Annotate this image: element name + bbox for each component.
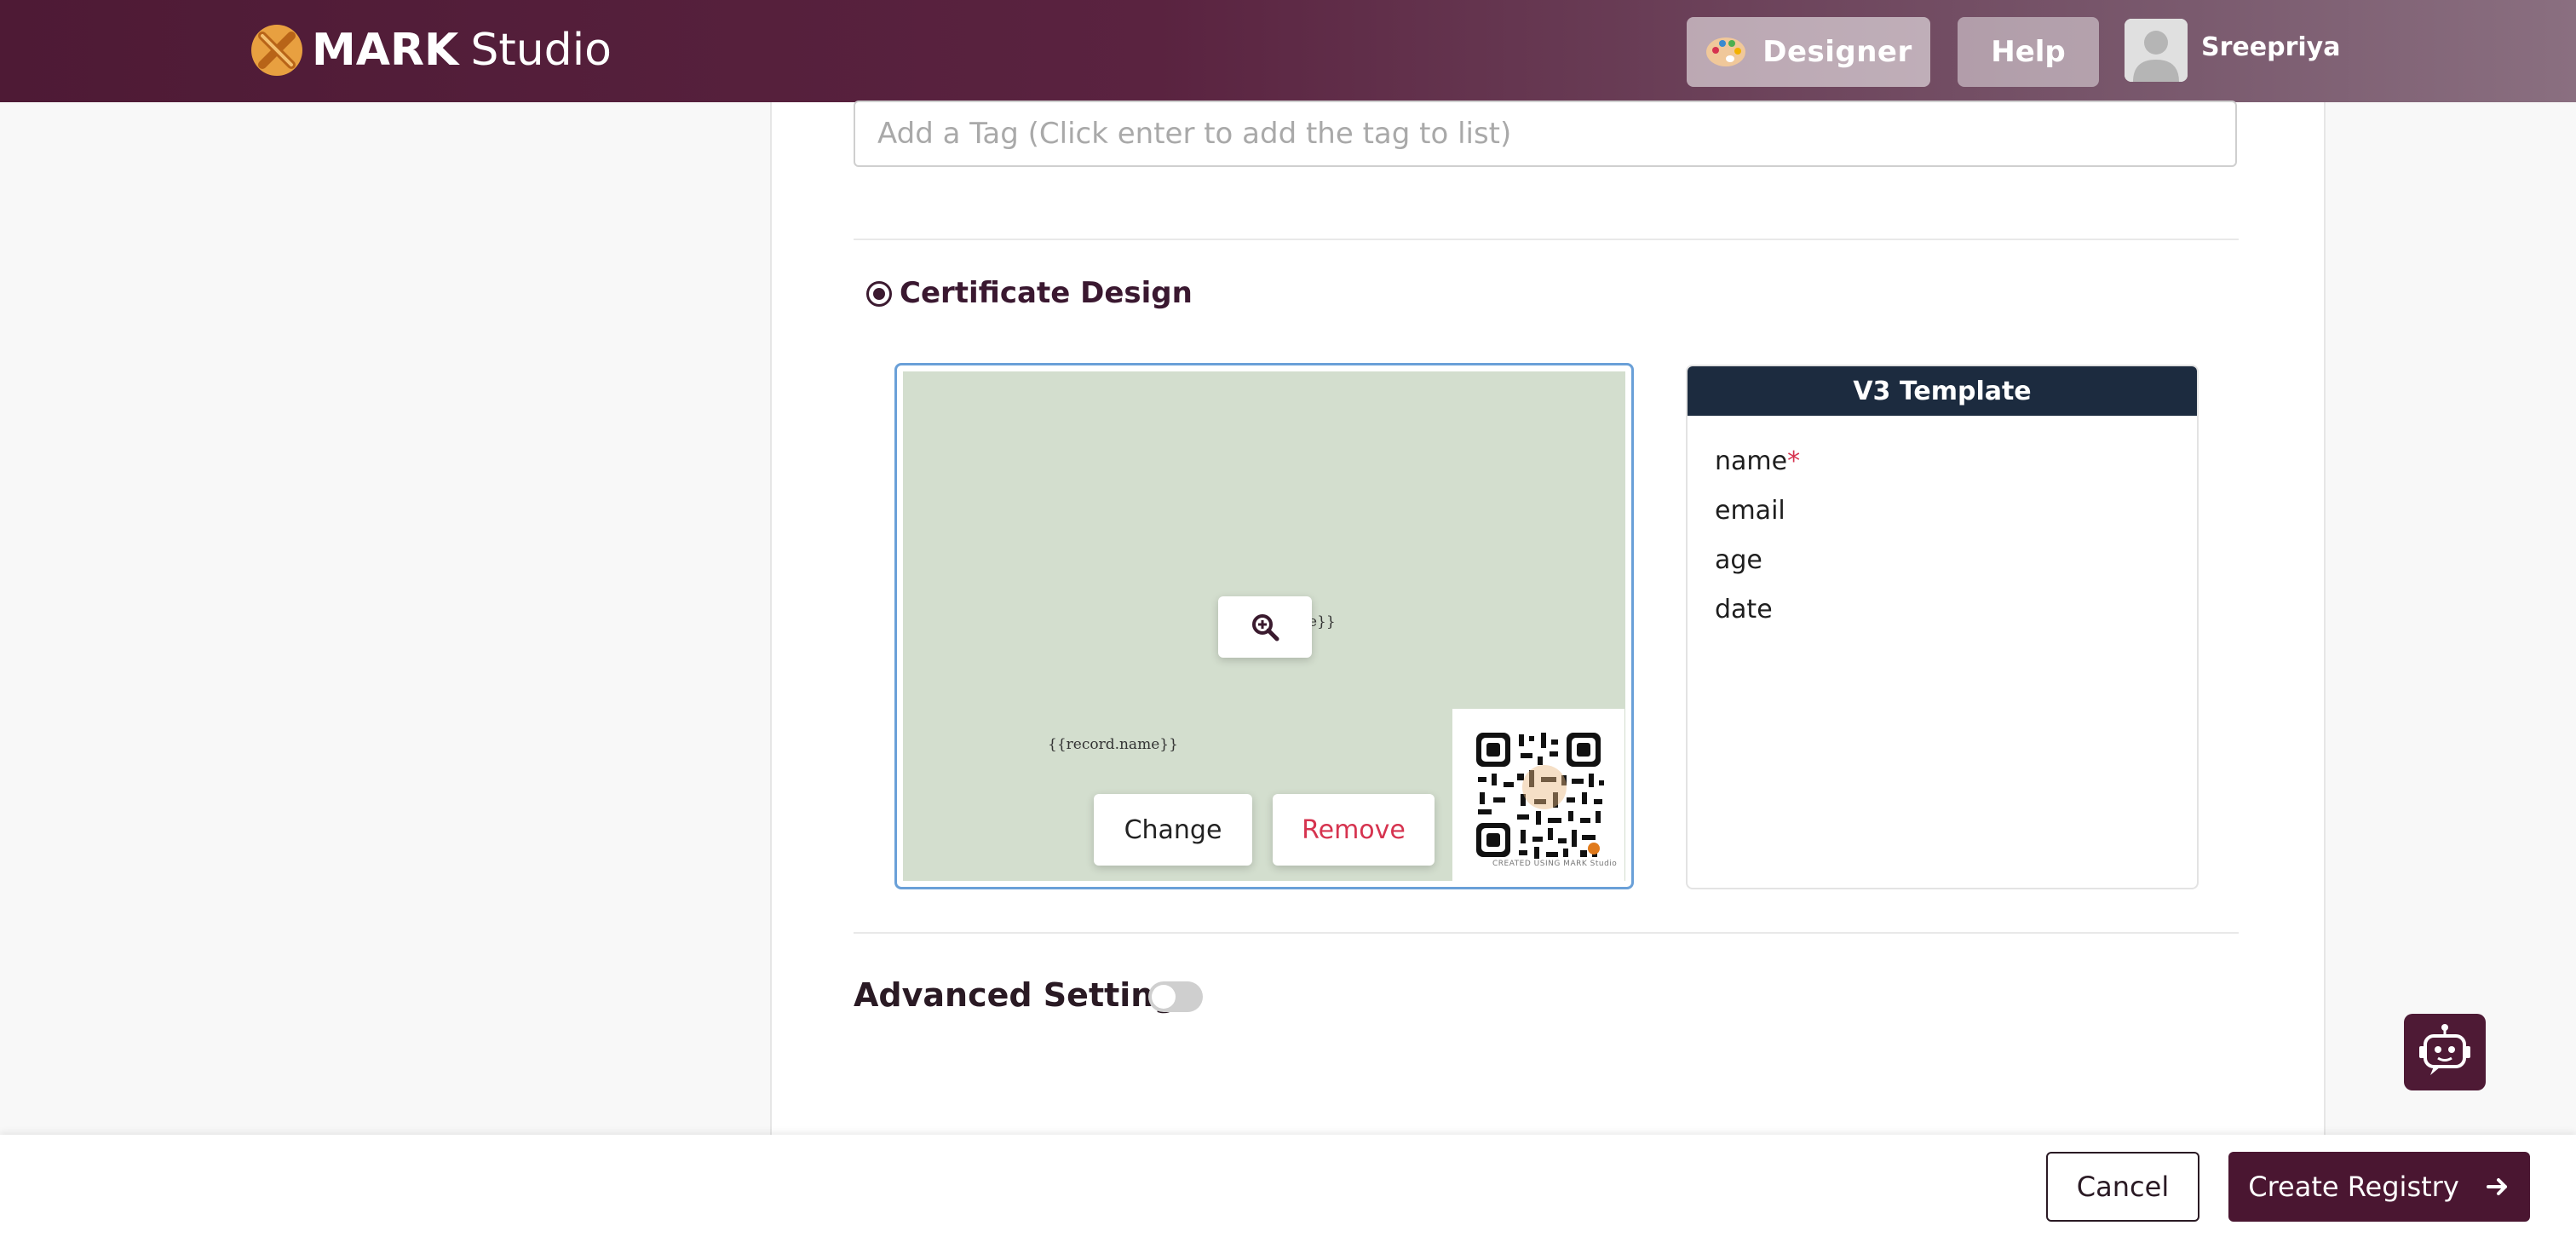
chatbot-button[interactable] — [2404, 1014, 2486, 1090]
cancel-button[interactable]: Cancel — [2046, 1152, 2199, 1222]
template-field-name: name* — [1715, 446, 1800, 476]
change-button-label: Change — [1124, 814, 1222, 845]
create-registry-label: Create Registry — [2248, 1171, 2459, 1203]
create-registry-button[interactable]: Create Registry — [2228, 1152, 2530, 1222]
template-field-email: email — [1715, 496, 1785, 526]
brand-name-light: Studio — [470, 25, 612, 76]
remove-design-button[interactable]: Remove — [1273, 794, 1435, 866]
qr-caption: CREATED USING MARK Studio — [1492, 860, 1618, 868]
template-card: V3 Template name* email age date — [1686, 365, 2199, 889]
arrow-right-icon — [2486, 1178, 2507, 1195]
qr-code-icon — [1452, 709, 1624, 881]
help-button-label: Help — [1991, 35, 2066, 69]
advanced-settings-label: Advanced Settings — [854, 976, 1197, 1014]
certificate-record-name-text: {{record.name}} — [1048, 736, 1178, 753]
avatar[interactable] — [2125, 19, 2188, 82]
brand-name-bold: MARK — [312, 25, 459, 76]
section-divider — [854, 239, 2239, 240]
designer-button[interactable]: Designer — [1687, 17, 1930, 87]
template-title: V3 Template — [1688, 366, 2197, 416]
cancel-button-label: Cancel — [2076, 1171, 2170, 1203]
certificate-placeholder-text: e}} — [1308, 613, 1336, 630]
mark-studio-logo-icon[interactable] — [250, 24, 303, 77]
template-field-age: age — [1715, 545, 1762, 575]
zoom-in-icon — [1252, 614, 1279, 642]
advanced-settings-toggle[interactable] — [1148, 981, 1203, 1012]
certificate-design-label: Certificate Design — [900, 276, 1193, 310]
change-design-button[interactable]: Change — [1094, 794, 1252, 866]
zoom-preview-button[interactable] — [1218, 596, 1312, 658]
remove-button-label: Remove — [1302, 814, 1406, 845]
tag-input[interactable] — [854, 101, 2237, 167]
help-button[interactable]: Help — [1958, 17, 2099, 87]
username[interactable]: Sreepriya — [2201, 32, 2340, 62]
section-divider — [854, 932, 2239, 934]
brand-name[interactable]: MARK Studio — [312, 22, 612, 78]
certificate-design-radio[interactable] — [866, 281, 892, 307]
user-avatar-icon — [2125, 19, 2188, 82]
designer-button-label: Designer — [1762, 35, 1912, 69]
template-field-date: date — [1715, 595, 1773, 624]
field-label: name — [1715, 446, 1788, 476]
palette-icon — [1706, 37, 1746, 66]
required-marker: * — [1787, 446, 1801, 476]
robot-icon — [2419, 1024, 2470, 1075]
qr-code-card — [1452, 709, 1624, 881]
